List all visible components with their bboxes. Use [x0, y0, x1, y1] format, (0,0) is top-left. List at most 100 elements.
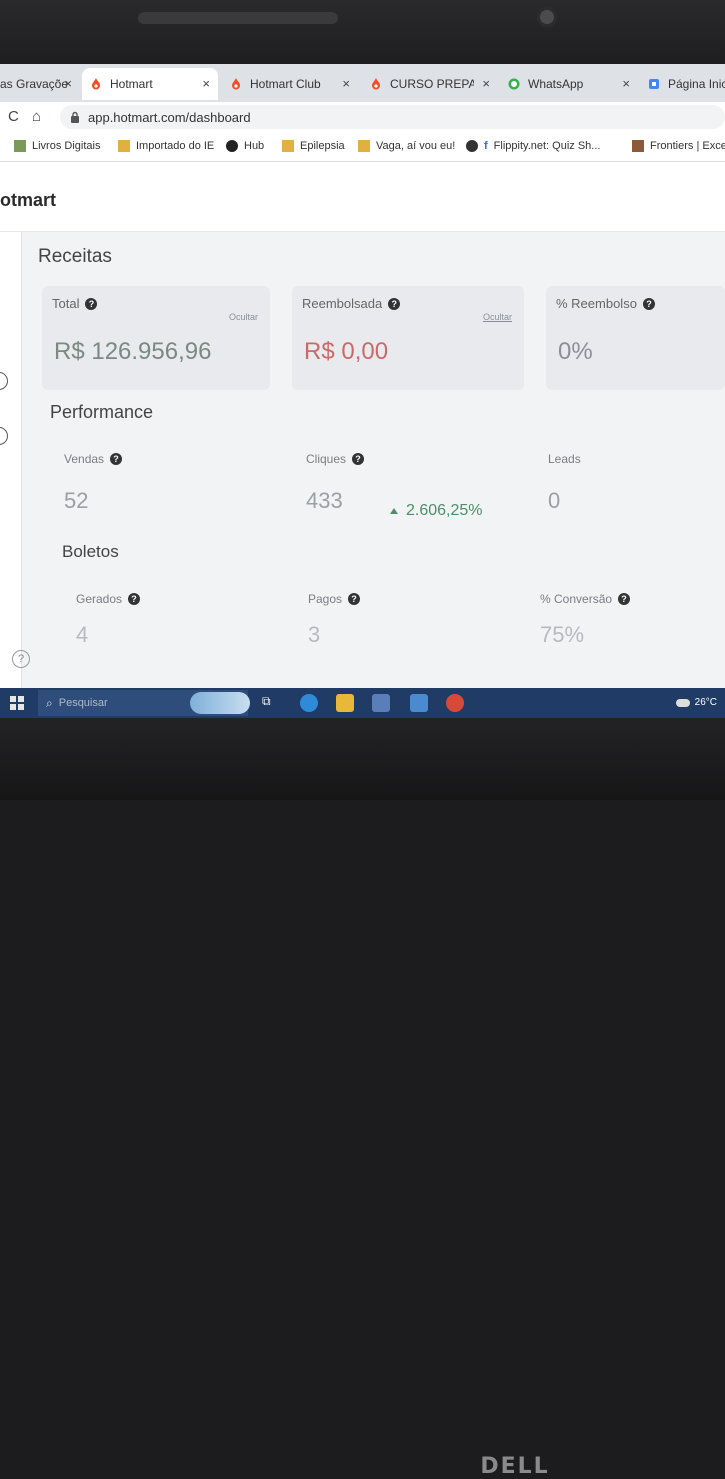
tab-title: Hotmart Club [250, 77, 321, 91]
close-icon[interactable]: × [342, 76, 350, 91]
hotmart-flame-icon [90, 78, 102, 90]
hub-logo-icon [226, 140, 238, 152]
help-icon[interactable]: ? [642, 297, 655, 310]
sidebar: ? [0, 232, 30, 692]
vendas-value: 52 [64, 488, 89, 513]
tab-hotmart[interactable]: Hotmart × [82, 68, 218, 100]
card-reembolsada: Reembolsada ? Ocultar R$ 0,00 [292, 286, 524, 390]
tab-title: Hotmart [110, 77, 153, 91]
help-icon[interactable]: ? [85, 297, 98, 310]
tab-title: Página Inicia [668, 77, 725, 91]
sidebar-nav-icon[interactable] [0, 372, 8, 390]
weather-widget[interactable]: 26°C [675, 697, 717, 708]
tab-gravacoes[interactable]: as Gravaçõe × [0, 68, 80, 100]
hide-value-link[interactable]: Ocultar [229, 312, 258, 322]
section-title-receitas: Receitas [38, 246, 112, 267]
tab-title: as Gravaçõe [0, 77, 69, 91]
close-icon[interactable]: × [64, 76, 72, 91]
hide-value-link[interactable]: Ocultar [483, 312, 512, 322]
bookmark-label: Frontiers | Exce [650, 140, 725, 152]
brand-logo[interactable]: otmart [0, 190, 56, 211]
help-icon[interactable]: ? [128, 593, 141, 605]
mail-icon[interactable] [410, 694, 428, 712]
reembolso-value: 0% [558, 338, 593, 365]
cliques-value: 433 [306, 488, 343, 513]
tab-title: CURSO PREPARA [390, 77, 474, 91]
close-icon[interactable]: × [202, 76, 210, 91]
card-label: Reembolsada ? [302, 296, 401, 311]
dell-logo: DELL [480, 1454, 550, 1479]
bookmark-epilepsia[interactable]: Epilepsia [282, 140, 345, 152]
folder-icon [282, 140, 294, 152]
metric-pagos: Pagos ? 3 [308, 592, 361, 648]
windows-taskbar: ⌕ Pesquisar ⧉ 26°C [0, 688, 725, 718]
tab-hotmart-club[interactable]: Hotmart Club × [222, 68, 358, 100]
bookmark-label: Livros Digitais [32, 140, 101, 152]
bookmark-frontiers[interactable]: Frontiers | Exce [632, 140, 725, 152]
metric-vendas: Vendas ? 52 [64, 452, 123, 514]
metric-gerados: Gerados ? 4 [76, 592, 141, 648]
bezel-speaker-slot [138, 12, 338, 24]
total-value: R$ 126.956,96 [54, 338, 212, 365]
metric-leads: Leads 0 [548, 452, 581, 513]
windows-start-icon[interactable] [10, 696, 24, 710]
hotmart-flame-icon [370, 78, 382, 90]
help-icon[interactable]: ? [110, 453, 123, 465]
card-label: Total ? [52, 296, 98, 311]
task-view-icon[interactable]: ⧉ [262, 694, 280, 712]
pagos-value: 3 [308, 622, 321, 647]
bookmark-label: Vaga, aí vou eu! [376, 140, 456, 152]
folder-icon [118, 140, 130, 152]
frontiers-icon [632, 140, 644, 152]
laptop-bezel-top [0, 0, 725, 64]
cliques-trend: 2.606,25% [390, 502, 483, 520]
reembolsada-value: R$ 0,00 [304, 338, 389, 365]
laptop-bezel-bottom: DELL [0, 718, 725, 1479]
cloud-icon [675, 698, 690, 707]
tab-whatsapp[interactable]: WhatsApp × [500, 68, 638, 100]
edge-browser-icon[interactable] [300, 694, 318, 712]
card-reembolso: % Reembolso ? 0% [546, 286, 725, 390]
bookmark-label: Importado do IE [136, 140, 215, 152]
help-icon[interactable]: ? [352, 453, 365, 465]
bookmark-livros-digitais[interactable]: Livros Digitais [14, 140, 100, 152]
sidebar-nav-icon[interactable] [0, 427, 8, 445]
url-text: app.hotmart.com/dashboard [88, 109, 251, 125]
bookmarks-bar: Livros Digitais Importado do IE Hub Epil… [0, 132, 725, 162]
help-icon[interactable]: ? [348, 593, 361, 605]
trend-up-icon [390, 508, 398, 514]
help-icon[interactable]: ? [388, 297, 401, 310]
bookmark-vaga[interactable]: Vaga, aí vou eu! [358, 140, 455, 152]
bookmark-importado-ie[interactable]: Importado do IE [118, 140, 214, 152]
dashboard-content: Receitas Total ? Ocultar R$ 126.956,96 R… [22, 232, 725, 692]
folder-icon [358, 140, 370, 152]
bookmark-hub[interactable]: Hub [226, 140, 264, 152]
app-header: otmart [0, 162, 725, 232]
close-icon[interactable]: × [482, 76, 490, 91]
home-icon[interactable]: ⌂ [32, 108, 41, 125]
reload-icon[interactable]: C [8, 108, 19, 125]
section-title-performance: Performance [50, 402, 154, 422]
lock-icon [70, 111, 80, 123]
store-icon[interactable] [372, 694, 390, 712]
metric-cliques: Cliques ? 433 [306, 452, 365, 514]
file-explorer-icon[interactable] [336, 694, 354, 712]
bookmark-label: Hub [244, 140, 265, 152]
facebook-f-icon: f [484, 140, 488, 152]
search-icon: ⌕ [46, 695, 53, 710]
search-highlight-art [190, 692, 250, 714]
browser-tabstrip: as Gravaçõe × Hotmart × Hotmart Club × C… [0, 64, 725, 102]
book-stack-icon [14, 140, 26, 152]
card-total: Total ? Ocultar R$ 126.956,96 [42, 286, 270, 390]
url-input[interactable]: app.hotmart.com/dashboard [60, 105, 725, 129]
bookmark-flippity[interactable]: f Flippity.net: Quiz Sh... [466, 140, 600, 152]
help-icon[interactable]: ? [618, 593, 631, 605]
tab-curso[interactable]: CURSO PREPARA × [362, 68, 498, 100]
globe-icon [466, 140, 478, 152]
hotmart-flame-icon [230, 78, 242, 90]
tab-pagina-inicial[interactable]: Página Inicia [640, 68, 725, 100]
section-title-boletos: Boletos [62, 542, 119, 561]
close-icon[interactable]: × [622, 76, 630, 91]
bookmark-label: Epilepsia [300, 140, 345, 152]
chrome-icon[interactable] [446, 694, 464, 712]
